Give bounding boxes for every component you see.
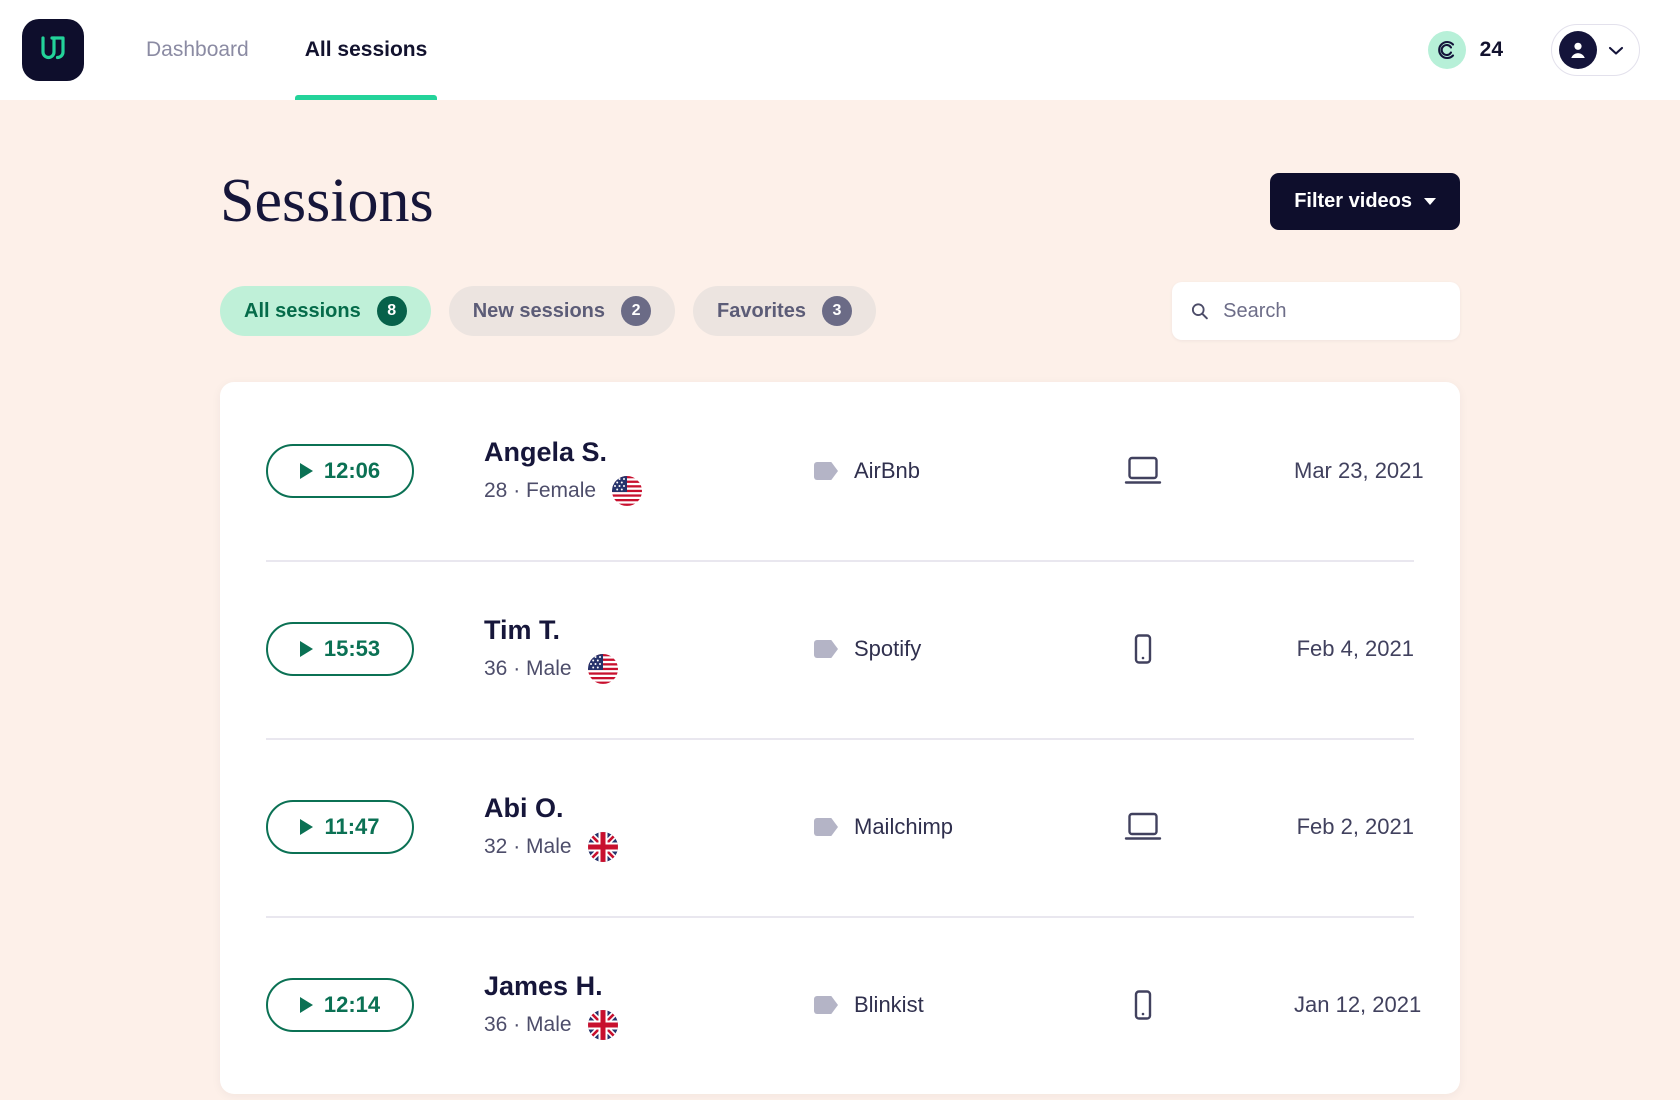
chevron-down-icon	[1608, 46, 1624, 55]
page-body: Sessions Filter videos All sessions 8 Ne…	[0, 100, 1680, 1100]
session-date: Jan 12, 2021	[1294, 992, 1422, 1017]
participant-age-gender: 28 · Female	[484, 479, 597, 503]
search-box[interactable]	[1172, 282, 1460, 340]
filter-videos-label: Filter videos	[1294, 189, 1412, 212]
product-tag-cell: Blinkist	[814, 992, 1124, 1018]
laptop-icon	[1124, 812, 1162, 840]
tag-icon	[814, 818, 838, 836]
product-tag-cell: Mailchimp	[814, 814, 1124, 840]
session-date: Feb 2, 2021	[1296, 814, 1414, 839]
participant-demographics: 28 · Female	[484, 476, 814, 507]
nav-item-all-sessions-label: All sessions	[304, 38, 428, 61]
flag-gb-icon	[587, 1010, 618, 1041]
participant-name: Tim T.	[484, 614, 561, 645]
device-cell	[1124, 811, 1294, 843]
caret-down-icon	[1424, 197, 1436, 205]
search-icon	[1191, 303, 1208, 320]
tab-all-sessions-label: All sessions	[244, 299, 361, 322]
credit-count-label: 24	[1479, 38, 1503, 61]
session-date: Mar 23, 2021	[1294, 458, 1424, 483]
tab-all-sessions[interactable]: All sessions 8	[220, 286, 431, 336]
participant-cell: James H. 36 · Male	[484, 970, 814, 1041]
participant-name: Angela S.	[484, 436, 608, 467]
play-duration-button[interactable]: 12:14	[266, 978, 414, 1032]
play-icon	[299, 997, 313, 1013]
session-filter-tabs: All sessions 8 New sessions 2 Favorites …	[220, 286, 876, 336]
device-cell	[1124, 989, 1294, 1021]
tag-icon	[814, 640, 838, 658]
participant-age-gender: 32 · Male	[484, 835, 572, 859]
page-header: Sessions Filter videos	[220, 170, 1460, 232]
tag-icon	[814, 462, 838, 480]
credits-indicator[interactable]: 24	[1427, 31, 1503, 69]
user-avatar-icon	[1559, 31, 1597, 69]
tab-favorites-count: 3	[821, 296, 852, 326]
tag-icon	[814, 996, 838, 1014]
table-row[interactable]: 12:06 Angela S. 28 · Female AirBnb Mar 2…	[266, 382, 1424, 560]
filter-videos-button[interactable]: Filter videos	[1270, 172, 1460, 230]
participant-demographics: 32 · Male	[484, 832, 814, 863]
flag-us-icon	[587, 654, 618, 685]
table-row[interactable]: 12:14 James H. 36 · Male Blinkist Jan 12…	[266, 916, 1421, 1094]
participant-age-gender: 36 · Male	[484, 1013, 572, 1037]
tab-favorites[interactable]: Favorites 3	[693, 286, 876, 336]
flag-gb-icon	[587, 832, 618, 863]
table-row[interactable]: 15:53 Tim T. 36 · Male Spotify Feb 4, 20…	[266, 560, 1414, 738]
primary-nav-links: Dashboard All sessions	[136, 0, 437, 100]
person-glyph	[1571, 42, 1585, 58]
participant-cell: Angela S. 28 · Female	[484, 436, 814, 507]
participant-age-gender: 36 · Male	[484, 657, 572, 681]
play-icon	[300, 819, 314, 835]
session-duration: 12:06	[323, 458, 381, 483]
nav-item-all-sessions[interactable]: All sessions	[294, 0, 438, 100]
account-menu-button[interactable]	[1551, 24, 1640, 76]
laptop-icon	[1124, 456, 1162, 484]
product-tag-label: AirBnb	[854, 458, 921, 483]
session-duration: 11:47	[324, 814, 380, 839]
product-tag-cell: AirBnb	[814, 458, 1124, 484]
participant-demographics: 36 · Male	[484, 654, 814, 685]
play-duration-button[interactable]: 11:47	[266, 800, 414, 854]
nav-item-dashboard-label: Dashboard	[146, 38, 249, 61]
flag-us-icon	[612, 476, 643, 507]
session-date: Feb 4, 2021	[1296, 636, 1414, 661]
sessions-list-card: 12:06 Angela S. 28 · Female AirBnb Mar 2…	[220, 382, 1460, 1094]
credit-c-glyph	[1437, 40, 1454, 60]
tab-all-sessions-count: 8	[376, 296, 407, 326]
top-navigation-bar: Dashboard All sessions 24	[0, 0, 1680, 100]
table-row[interactable]: 11:47 Abi O. 32 · Male Mailchimp Feb 2, …	[266, 738, 1414, 916]
product-tag-label: Blinkist	[854, 992, 924, 1017]
top-bar-right-cluster: 24	[1427, 24, 1640, 76]
play-duration-button[interactable]: 15:53	[266, 622, 414, 676]
participant-demographics: 36 · Male	[484, 1010, 814, 1041]
play-icon	[299, 463, 313, 479]
phone-icon	[1134, 990, 1152, 1020]
page-title: Sessions	[220, 167, 434, 235]
device-cell	[1124, 633, 1294, 665]
session-duration: 15:53	[323, 636, 381, 661]
product-tag-label: Spotify	[854, 636, 922, 661]
participant-cell: Tim T. 36 · Male	[484, 614, 814, 685]
tab-new-sessions-count: 2	[621, 296, 652, 326]
product-tag-cell: Spotify	[814, 636, 1124, 662]
unhurd-u-logo-icon[interactable]	[22, 19, 84, 81]
tab-favorites-label: Favorites	[717, 299, 806, 322]
nav-item-dashboard[interactable]: Dashboard	[136, 0, 259, 100]
content-container: Sessions Filter videos All sessions 8 Ne…	[220, 100, 1460, 1094]
device-cell	[1124, 455, 1294, 487]
play-icon	[299, 641, 313, 657]
filters-and-search-row: All sessions 8 New sessions 2 Favorites …	[220, 282, 1460, 340]
phone-icon	[1134, 634, 1152, 664]
product-tag-label: Mailchimp	[854, 814, 954, 839]
participant-name: James H.	[484, 970, 603, 1001]
play-duration-button[interactable]: 12:06	[266, 444, 414, 498]
participant-name: Abi O.	[484, 792, 564, 823]
participant-cell: Abi O. 32 · Male	[484, 792, 814, 863]
search-input[interactable]	[1223, 299, 1442, 323]
credit-c-icon	[1427, 31, 1466, 69]
u-glyph	[41, 36, 65, 60]
tab-new-sessions-label: New sessions	[472, 299, 606, 322]
session-duration: 12:14	[323, 992, 381, 1017]
tab-new-sessions[interactable]: New sessions 2	[448, 286, 676, 336]
